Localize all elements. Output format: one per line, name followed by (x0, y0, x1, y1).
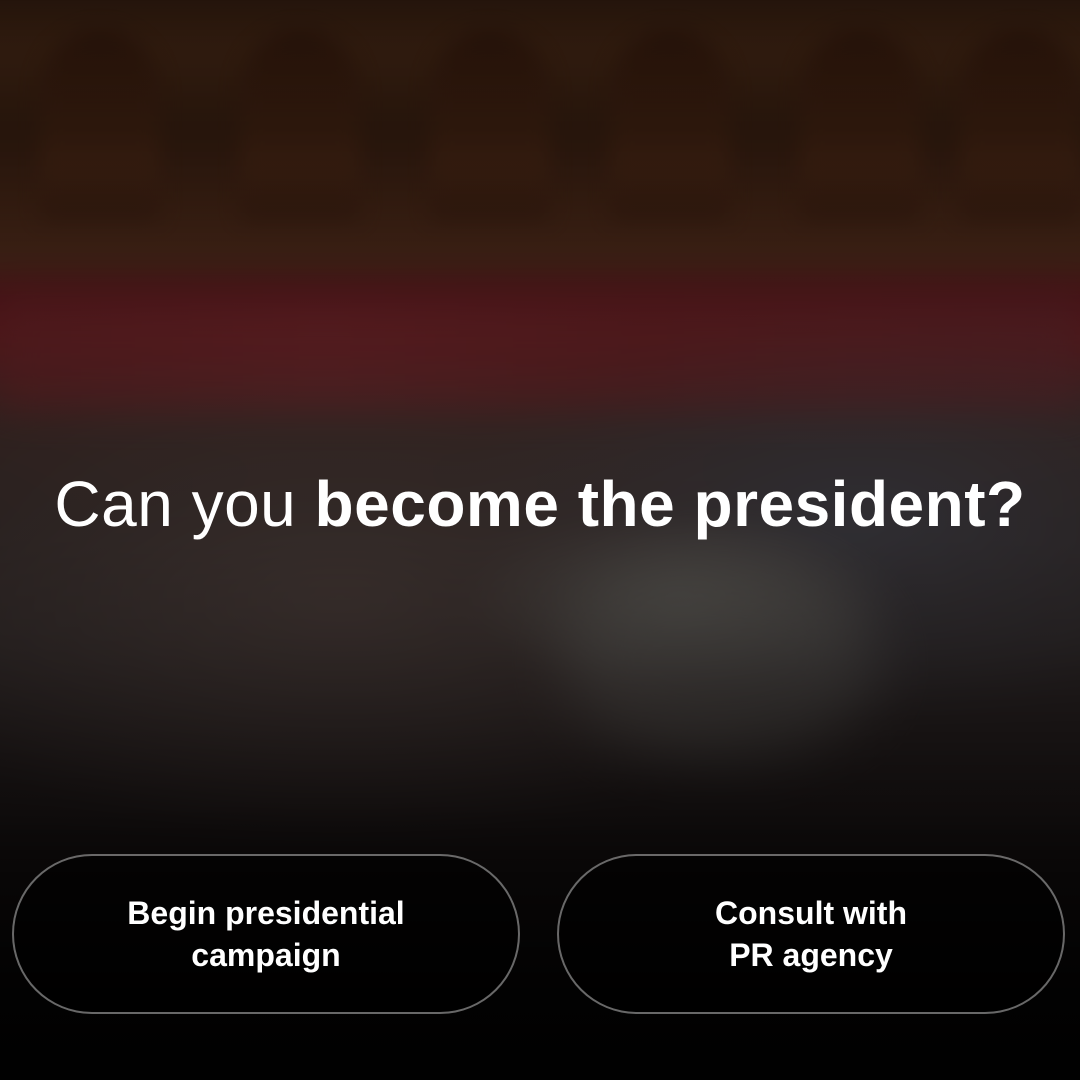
consult-pr-agency-button[interactable]: Consult with PR agency (557, 854, 1065, 1014)
question-lead: Can you (54, 468, 315, 540)
question-emphasis: become the president? (314, 468, 1026, 540)
question-text: Can you become the president? (0, 466, 1080, 542)
begin-campaign-button[interactable]: Begin presidential campaign (12, 854, 520, 1014)
begin-campaign-label: Begin presidential campaign (127, 895, 405, 973)
game-screen: Can you become the president? Begin pres… (0, 0, 1080, 1080)
consult-pr-agency-label: Consult with PR agency (715, 895, 907, 973)
